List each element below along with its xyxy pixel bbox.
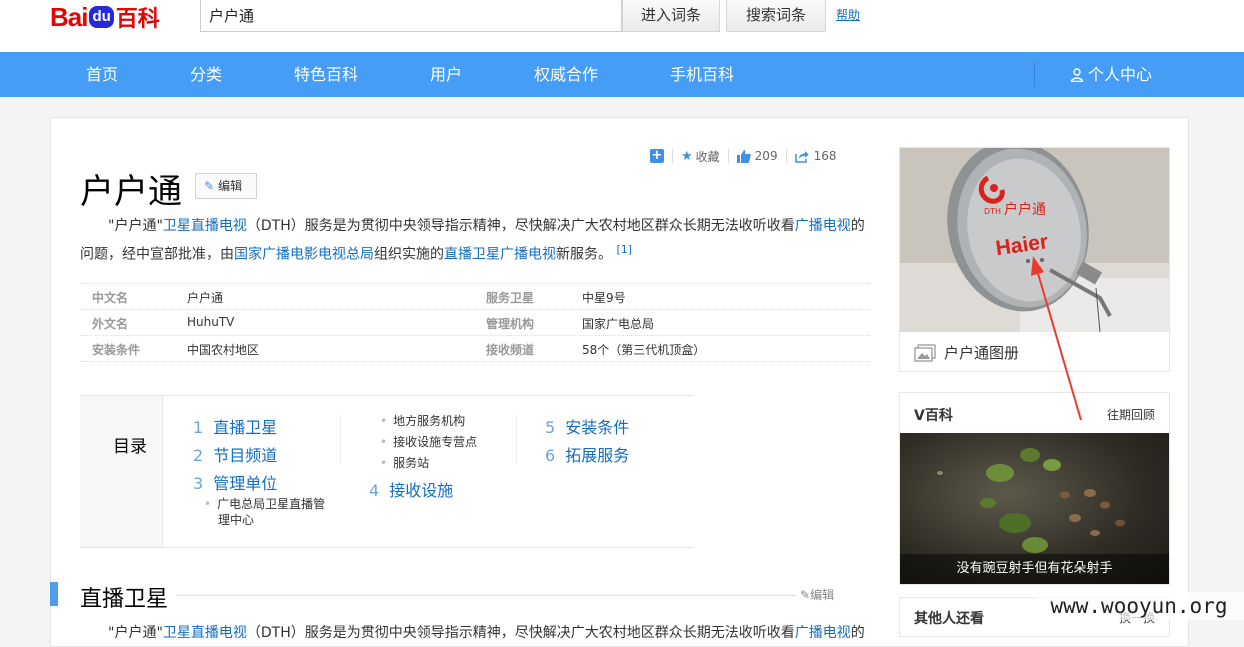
annotation-arrow [1031,256,1082,421]
watermark: www.wooyun.org [1034,592,1244,620]
